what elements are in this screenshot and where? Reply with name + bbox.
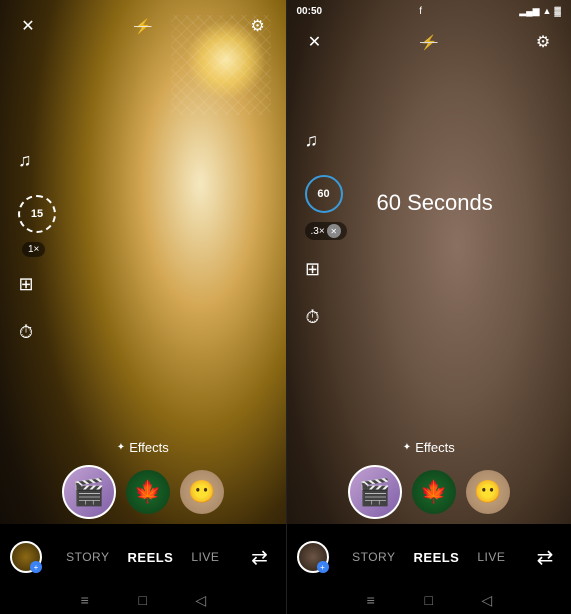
flip-camera-right[interactable]: ⇄ (529, 541, 561, 573)
effect-maple-left[interactable]: 🍁 (126, 470, 170, 514)
tab-reels-left[interactable]: REELS (128, 550, 174, 565)
bottom-bar-right: + STORY REELS LIVE ⇄ ≡ □ ◁ (287, 524, 571, 614)
close-button-right[interactable]: ✕ (301, 28, 329, 56)
timer-circle-right[interactable]: 60 (305, 175, 343, 213)
avatar-left[interactable]: + (10, 541, 42, 573)
grid-button-left[interactable]: ⊞ (12, 270, 40, 298)
close-icon-right: ✕ (308, 32, 321, 52)
wifi-icon: ▲ (543, 6, 552, 16)
speed-value-left: 1× (22, 242, 45, 257)
grid-icon-right: ⊞ (305, 259, 320, 280)
effect-reel-left[interactable]: 🎬 (62, 465, 116, 519)
close-button-left[interactable]: ✕ (14, 12, 42, 40)
close-icon-left: ✕ (21, 16, 34, 36)
settings-icon-left: ⚙ (250, 16, 264, 36)
flash-icon-right: ⚡ (420, 34, 437, 51)
status-icons-right: ▂▄▆ ▲ ▓ (519, 6, 561, 17)
bottom-tabs-left: + STORY REELS LIVE ⇄ (0, 524, 286, 590)
flip-camera-left[interactable]: ⇄ (243, 541, 275, 573)
music-icon-left: ♫ (18, 150, 32, 171)
settings-button-right[interactable]: ⚙ (529, 28, 557, 56)
side-controls-left: ⊞ ⏱ (12, 270, 40, 346)
effect-reel-right[interactable]: 🎬 (348, 465, 402, 519)
tab-reels-right[interactable]: REELS (414, 550, 460, 565)
music-icon-right: ♫ (305, 130, 319, 151)
hamburger-btn-left[interactable]: ≡ (76, 591, 94, 609)
speed-badge-left[interactable]: 1× (22, 242, 45, 257)
back-btn-left[interactable]: ◁ (192, 591, 210, 609)
tab-live-left[interactable]: LIVE (191, 550, 219, 564)
top-controls-left: ✕ ⚡ ⚙ (0, 12, 286, 40)
effects-icons-row-right: 🎬 🍁 😶 (348, 465, 510, 519)
maple-icon-right: 🍁 (420, 479, 447, 505)
tab-story-left[interactable]: STORY (66, 550, 109, 564)
camera-background-left (0, 0, 286, 614)
flash-button-right[interactable]: ⚡ (415, 28, 443, 56)
effects-area-left: ✦ Effects 🎬 🍁 😶 (0, 440, 286, 519)
right-phone-panel: 00:50 f ▂▄▆ ▲ ▓ ✕ ⚡ ⚙ ♫ 60 .3× ✕ (286, 0, 571, 614)
reel-icon-right: 🎬 (359, 477, 391, 508)
effect-face-left[interactable]: 😶 (180, 470, 224, 514)
grid-button-right[interactable]: ⊞ (299, 255, 327, 283)
avatar-plus-left: + (30, 561, 42, 573)
timer-button-left[interactable]: ⏱ (12, 318, 40, 346)
flip-camera-icon-right: ⇄ (537, 545, 554, 570)
effect-face-right[interactable]: 😶 (466, 470, 510, 514)
avatar-plus-right: + (317, 561, 329, 573)
status-bar-right: 00:50 f ▂▄▆ ▲ ▓ (287, 0, 571, 22)
effects-label-left[interactable]: ✦ Effects (117, 440, 169, 455)
home-btn-left[interactable]: □ (134, 591, 152, 609)
nav-bar-left: ≡ □ ◁ (0, 590, 286, 614)
nav-bar-right: ≡ □ ◁ (287, 590, 571, 614)
grid-icon-left: ⊞ (18, 274, 33, 295)
face-icon-left: 😶 (188, 479, 215, 505)
tab-live-right[interactable]: LIVE (477, 550, 505, 564)
timer-value-left: 15 (18, 195, 56, 233)
bottom-bar-left: + STORY REELS LIVE ⇄ ≡ □ ◁ (0, 524, 286, 614)
sparkle-icon-left: ✦ (117, 442, 125, 453)
speed-badge-right[interactable]: .3× ✕ (305, 222, 347, 240)
speed-value-right: .3× ✕ (305, 222, 347, 240)
face-icon-right: 😶 (474, 479, 501, 505)
hamburger-btn-right[interactable]: ≡ (362, 591, 380, 609)
avatar-right[interactable]: + (297, 541, 329, 573)
top-controls-right: ✕ ⚡ ⚙ (287, 28, 571, 56)
timer-button-right[interactable]: ⏱ (299, 303, 327, 331)
tab-story-right[interactable]: STORY (352, 550, 395, 564)
timer-icon-left: ⏱ (19, 322, 33, 343)
reel-icon-left: 🎬 (73, 477, 105, 508)
flash-button-left[interactable]: ⚡ (129, 12, 157, 40)
effects-label-right[interactable]: ✦ Effects (403, 440, 455, 455)
timer-circle-left[interactable]: 15 (18, 195, 56, 233)
effect-maple-right[interactable]: 🍁 (412, 470, 456, 514)
camera-background-right (287, 0, 571, 614)
settings-button-left[interactable]: ⚙ (244, 12, 272, 40)
effects-icons-row-left: 🎬 🍁 😶 (62, 465, 224, 519)
signal-icon: ▂▄▆ (519, 6, 539, 17)
flip-camera-icon-left: ⇄ (251, 545, 268, 570)
side-controls-right: ⊞ ⏱ (299, 255, 327, 331)
effects-area-right: ✦ Effects 🎬 🍁 😶 (287, 440, 571, 519)
battery-icon: ▓ (554, 6, 561, 16)
status-facebook-icon: f (419, 6, 422, 17)
left-phone-panel: ✕ ⚡ ⚙ ♫ 15 1× ⊞ ⏱ ✦ Effects (0, 0, 286, 614)
bottom-tabs-right: + STORY REELS LIVE ⇄ (287, 524, 571, 590)
back-btn-right[interactable]: ◁ (478, 591, 496, 609)
status-time-right: 00:50 (297, 6, 323, 17)
sparkle-icon-right: ✦ (403, 442, 411, 453)
seconds-label-right: 60 Seconds (377, 190, 493, 216)
timer-value-right: 60 (305, 175, 343, 213)
speed-close-right[interactable]: ✕ (327, 224, 341, 238)
timer-icon-right: ⏱ (305, 307, 319, 328)
settings-icon-right: ⚙ (536, 32, 550, 52)
home-btn-right[interactable]: □ (420, 591, 438, 609)
maple-icon-left: 🍁 (134, 479, 161, 505)
flash-icon-left: ⚡ (134, 18, 151, 35)
